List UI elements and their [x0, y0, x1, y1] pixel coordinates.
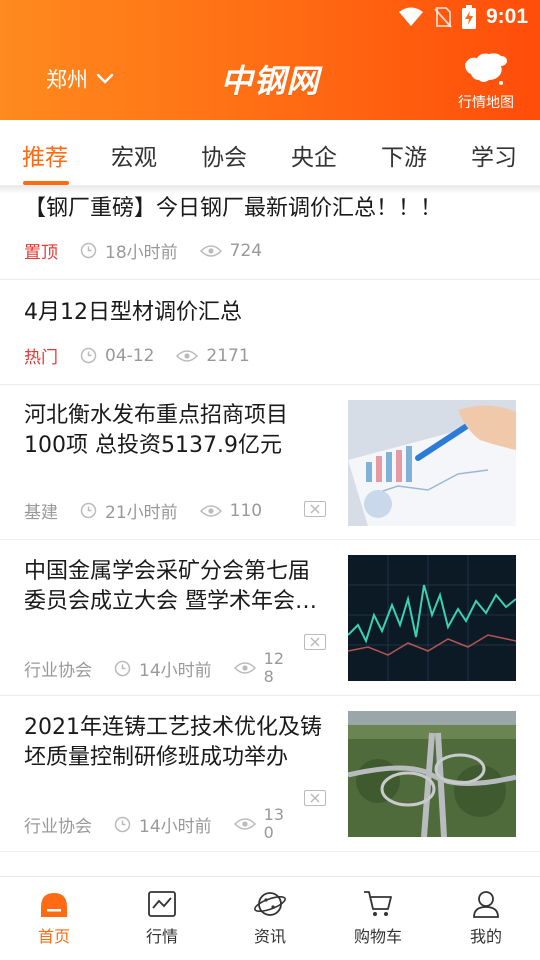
category-tag: 行业协会 — [24, 816, 92, 837]
view-count: 724 — [229, 240, 263, 261]
cart-icon — [364, 891, 392, 916]
publish-time: 04-12 — [105, 345, 155, 366]
news-thumbnail — [348, 711, 516, 837]
publish-time: 14小时前 — [139, 816, 212, 837]
chart-paper-image — [348, 400, 516, 526]
news-item[interactable]: 河北衡水发布重点招商项目100项 总投资5137.9亿元 基建 21小时前 11… — [0, 385, 540, 540]
dismiss-button[interactable] — [304, 634, 326, 650]
category-tag: 基建 — [24, 503, 58, 523]
eye-icon — [199, 244, 222, 257]
publish-time: 14小时前 — [139, 660, 212, 681]
nav-home-label: 首页 — [37, 927, 70, 946]
battery-charging-icon — [461, 5, 476, 29]
tab-downstream[interactable]: 下游 — [381, 138, 427, 172]
highway-image — [348, 711, 516, 837]
news-title: 中国金属学会采矿分会第七届委员会成立大会 暨学术年会召开 — [24, 559, 317, 614]
category-tag: 行业协会 — [24, 660, 92, 681]
news-item[interactable]: 【钢厂重磅】今日钢厂最新调价汇总！！！ 置顶 18小时前 724 — [0, 186, 540, 280]
eye-icon — [233, 662, 256, 674]
news-feed[interactable]: 【钢厂重磅】今日钢厂最新调价汇总！！！ 置顶 18小时前 724 4月12日型材… — [0, 186, 540, 876]
eye-icon — [176, 349, 199, 362]
user-icon — [473, 891, 499, 918]
home-icon — [41, 893, 67, 917]
active-tab-indicator — [23, 181, 69, 185]
stock-chart-image — [348, 555, 516, 681]
market-map-label: 行情地图 — [458, 95, 514, 111]
clock-icon — [80, 242, 97, 259]
nav-news-label: 资讯 — [253, 927, 286, 946]
view-count-line-2: 0 — [263, 823, 274, 842]
chart-icon — [148, 891, 176, 917]
view-count: 110 — [229, 500, 263, 521]
view-count-line-1: 12 — [263, 649, 284, 668]
nav-cart-label: 购物车 — [353, 927, 402, 946]
hot-tag: 热门 — [24, 348, 58, 368]
close-icon — [310, 504, 320, 514]
planet-icon — [254, 892, 286, 916]
clock-icon — [80, 502, 97, 519]
close-icon — [310, 793, 320, 803]
nav-market[interactable]: 行情 — [112, 889, 212, 947]
tab-recommend[interactable]: 推荐 — [22, 138, 68, 172]
tab-macro[interactable]: 宏观 — [111, 138, 157, 172]
app-header: 9:01 郑州 中钢网 行情地图 — [0, 0, 540, 120]
wifi-icon — [398, 7, 423, 26]
nav-home[interactable]: 首页 — [4, 889, 104, 947]
news-thumbnail — [348, 555, 516, 681]
news-item[interactable]: 2021年连铸工艺技术优化及铸坯质量控制研修班成功举办 行业协会 14小时前 1… — [0, 696, 540, 852]
news-item[interactable]: 4月12日型材调价汇总 热门 04-12 2171 — [0, 280, 540, 385]
view-count-line-1: 13 — [263, 805, 284, 824]
news-title: 4月12日型材调价汇总 — [24, 300, 242, 325]
status-bar: 9:01 — [0, 0, 540, 36]
close-icon — [310, 637, 320, 647]
no-sim-icon — [434, 7, 452, 28]
tab-association[interactable]: 协会 — [201, 138, 247, 172]
nav-profile[interactable]: 我的 — [436, 889, 536, 947]
nav-profile-label: 我的 — [469, 927, 502, 946]
pinned-tag: 置顶 — [24, 243, 58, 263]
clock-icon — [80, 347, 97, 364]
news-title: 河北衡水发布重点招商项目100项 总投资5137.9亿元 — [24, 403, 289, 458]
clock-icon — [114, 660, 131, 676]
dismiss-button[interactable] — [304, 501, 326, 517]
dismiss-button[interactable] — [304, 790, 326, 806]
nav-news[interactable]: 资讯 — [220, 889, 320, 947]
status-time: 9:01 — [485, 5, 528, 28]
news-title: 2021年连铸工艺技术优化及铸坯质量控制研修班成功举办 — [24, 715, 322, 770]
eye-icon — [233, 818, 256, 830]
eye-icon — [199, 504, 222, 517]
clock-icon — [114, 816, 131, 832]
tab-central-enterprise[interactable]: 央企 — [291, 138, 337, 172]
nav-market-label: 行情 — [145, 927, 178, 946]
china-map-icon — [465, 53, 507, 85]
nav-cart[interactable]: 购物车 — [328, 889, 428, 947]
news-item[interactable]: 中国金属学会采矿分会第七届委员会成立大会 暨学术年会召开 行业协会 14小时前 … — [0, 540, 540, 696]
news-title: 【钢厂重磅】今日钢厂最新调价汇总！！！ — [24, 196, 443, 221]
publish-time: 18小时前 — [105, 243, 178, 263]
publish-time: 21小时前 — [105, 503, 178, 523]
tab-learning[interactable]: 学习 — [471, 138, 517, 172]
news-thumbnail — [348, 400, 516, 526]
view-count: 2171 — [206, 345, 250, 366]
category-tabs: 推荐 宏观 协会 央企 下游 学习 — [0, 120, 540, 186]
tab-shadow — [0, 186, 540, 194]
market-map-button[interactable]: 行情地图 — [454, 50, 518, 112]
bottom-navigation: 首页 行情 资讯 购物车 我的 — [0, 876, 540, 960]
view-count-line-2: 8 — [263, 667, 274, 686]
